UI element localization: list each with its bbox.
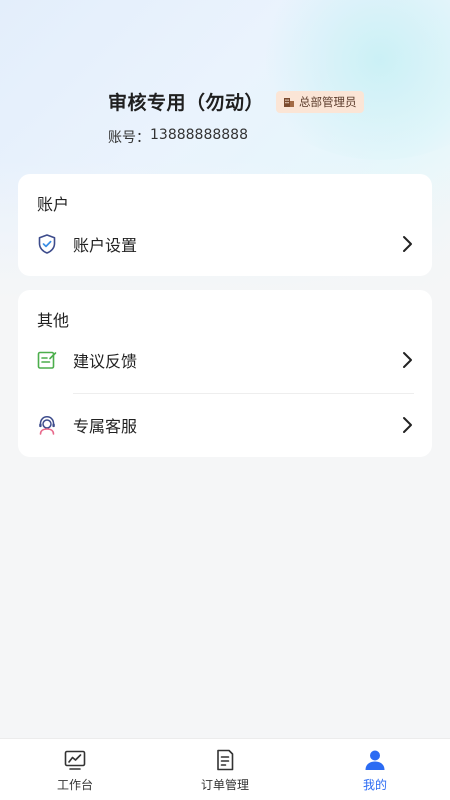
tab-workbench-label: 工作台 (56, 778, 93, 792)
bottom-tab-bar: 工作台 订单管理 我的 (0, 738, 450, 800)
tab-mine-label: 我的 (362, 778, 387, 792)
user-name: 审核专用（勿动） (108, 92, 265, 114)
customer-service-icon (39, 416, 55, 435)
name-row: 审核专用（勿动） 总部管理员 (108, 88, 364, 115)
chevron-right-icon (403, 352, 412, 368)
account-label: 账号： (108, 130, 150, 146)
other-card: 其他 建议反馈 专属客服 (18, 290, 432, 457)
profile-info: 审核专用（勿动） 总部管理员 账号： 13888888888 (108, 88, 364, 147)
dashboard-chart-icon (64, 750, 86, 770)
role-badge-label: 总部管理员 (299, 94, 357, 109)
chevron-right-icon (403, 417, 412, 433)
account-settings-row[interactable]: 账户设置 (18, 212, 432, 276)
tab-workbench[interactable]: 工作台 (0, 739, 150, 800)
feedback-edit-icon (37, 351, 57, 369)
account-line: 账号： 13888888888 (108, 127, 364, 147)
account-card: 账户 账户设置 (18, 174, 432, 276)
feedback-row[interactable]: 建议反馈 (18, 328, 432, 392)
chevron-right-icon (403, 236, 412, 252)
order-document-icon (217, 749, 234, 771)
building-icon (284, 97, 295, 107)
tab-order-management-label: 订单管理 (200, 778, 249, 792)
account-settings-label: 账户设置 (73, 236, 138, 255)
customer-service-label: 专属客服 (73, 417, 138, 436)
user-icon (365, 750, 385, 770)
role-badge: 总部管理员 (276, 90, 364, 113)
account-number: 13888888888 (150, 127, 248, 143)
customer-service-row[interactable]: 专属客服 (18, 393, 432, 457)
tab-order-management[interactable]: 订单管理 (150, 739, 300, 800)
shield-check-icon (38, 234, 56, 254)
tab-mine[interactable]: 我的 (300, 739, 450, 800)
feedback-label: 建议反馈 (73, 352, 138, 371)
